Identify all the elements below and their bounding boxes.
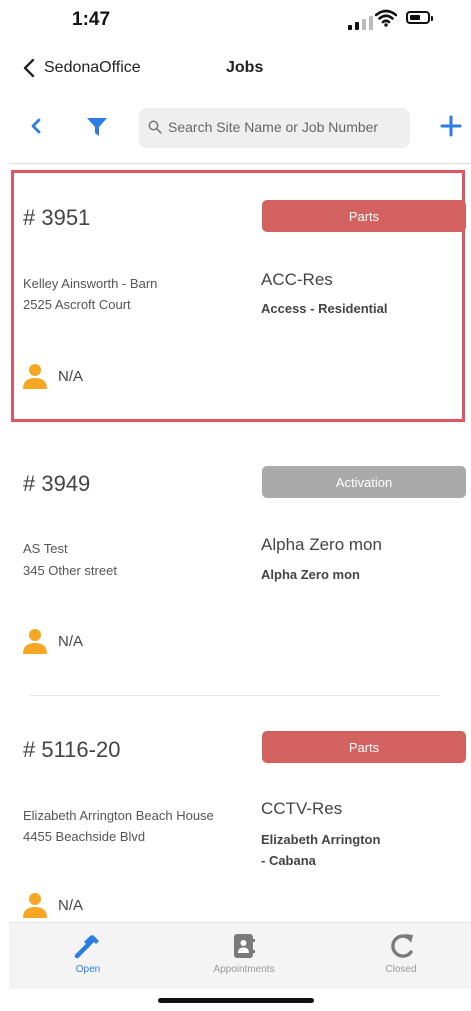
status-time: 1:47 (72, 9, 111, 30)
tab-label: Appointments (213, 964, 275, 975)
person-icon (23, 893, 47, 918)
search-placeholder[interactable]: Search Site Name or Job Number (168, 119, 378, 135)
home-indicator (158, 998, 314, 1003)
client-name: Kelley Ainsworth - Barn (23, 276, 158, 291)
cellular-signal-icon (348, 16, 373, 30)
previous-chevron-icon[interactable] (30, 118, 42, 139)
person-icon (23, 364, 47, 389)
job-type-description: Alpha Zero mon (261, 567, 360, 582)
client-name: Elizabeth Arrington Beach House (23, 808, 214, 823)
tab-label: Closed (385, 964, 417, 975)
status-badge: Parts (262, 731, 466, 763)
client-address: 2525 Ascroft Court (23, 297, 131, 312)
client-address: 4455 Beachside Blvd (23, 829, 146, 844)
search-icon (148, 120, 162, 139)
person-icon (23, 629, 47, 654)
add-job-button[interactable] (440, 115, 462, 142)
job-number: # 5116-20 (23, 737, 121, 762)
back-button[interactable]: SedonaOffice (44, 59, 141, 77)
job-type-description: - Cabana (261, 853, 316, 868)
status-badge: Activation (262, 466, 466, 498)
job-type-code: ACC-Res (261, 270, 333, 289)
tab-label: Open (75, 964, 101, 975)
back-chevron-icon[interactable] (22, 58, 36, 83)
job-type-code: Alpha Zero mon (261, 535, 382, 554)
hammer-icon (74, 935, 99, 959)
status-badge: Parts (262, 200, 466, 232)
job-number: # 3949 (23, 471, 91, 496)
job-type-description: Access - Residential (261, 301, 388, 316)
list-divider (30, 695, 440, 696)
tab-closed[interactable]: Closed (351, 926, 451, 984)
client-name: AS Test (23, 541, 68, 556)
tab-open[interactable]: Open (38, 926, 138, 984)
tab-appointments[interactable]: Appointments (194, 926, 294, 984)
assignee: N/A (58, 897, 84, 914)
refresh-icon (391, 934, 413, 958)
page-title: Jobs (226, 59, 264, 76)
wifi-icon (375, 9, 397, 27)
client-address: 345 Other street (23, 563, 117, 578)
filter-icon[interactable] (86, 116, 108, 143)
battery-icon (406, 11, 433, 24)
contacts-book-icon (234, 934, 255, 958)
assignee: N/A (58, 368, 84, 385)
assignee: N/A (58, 633, 84, 650)
job-type-code: CCTV-Res (261, 799, 343, 818)
job-type-description: Elizabeth Arrington (261, 832, 381, 847)
job-number: # 3951 (23, 205, 91, 230)
toolbar-divider (9, 163, 471, 164)
